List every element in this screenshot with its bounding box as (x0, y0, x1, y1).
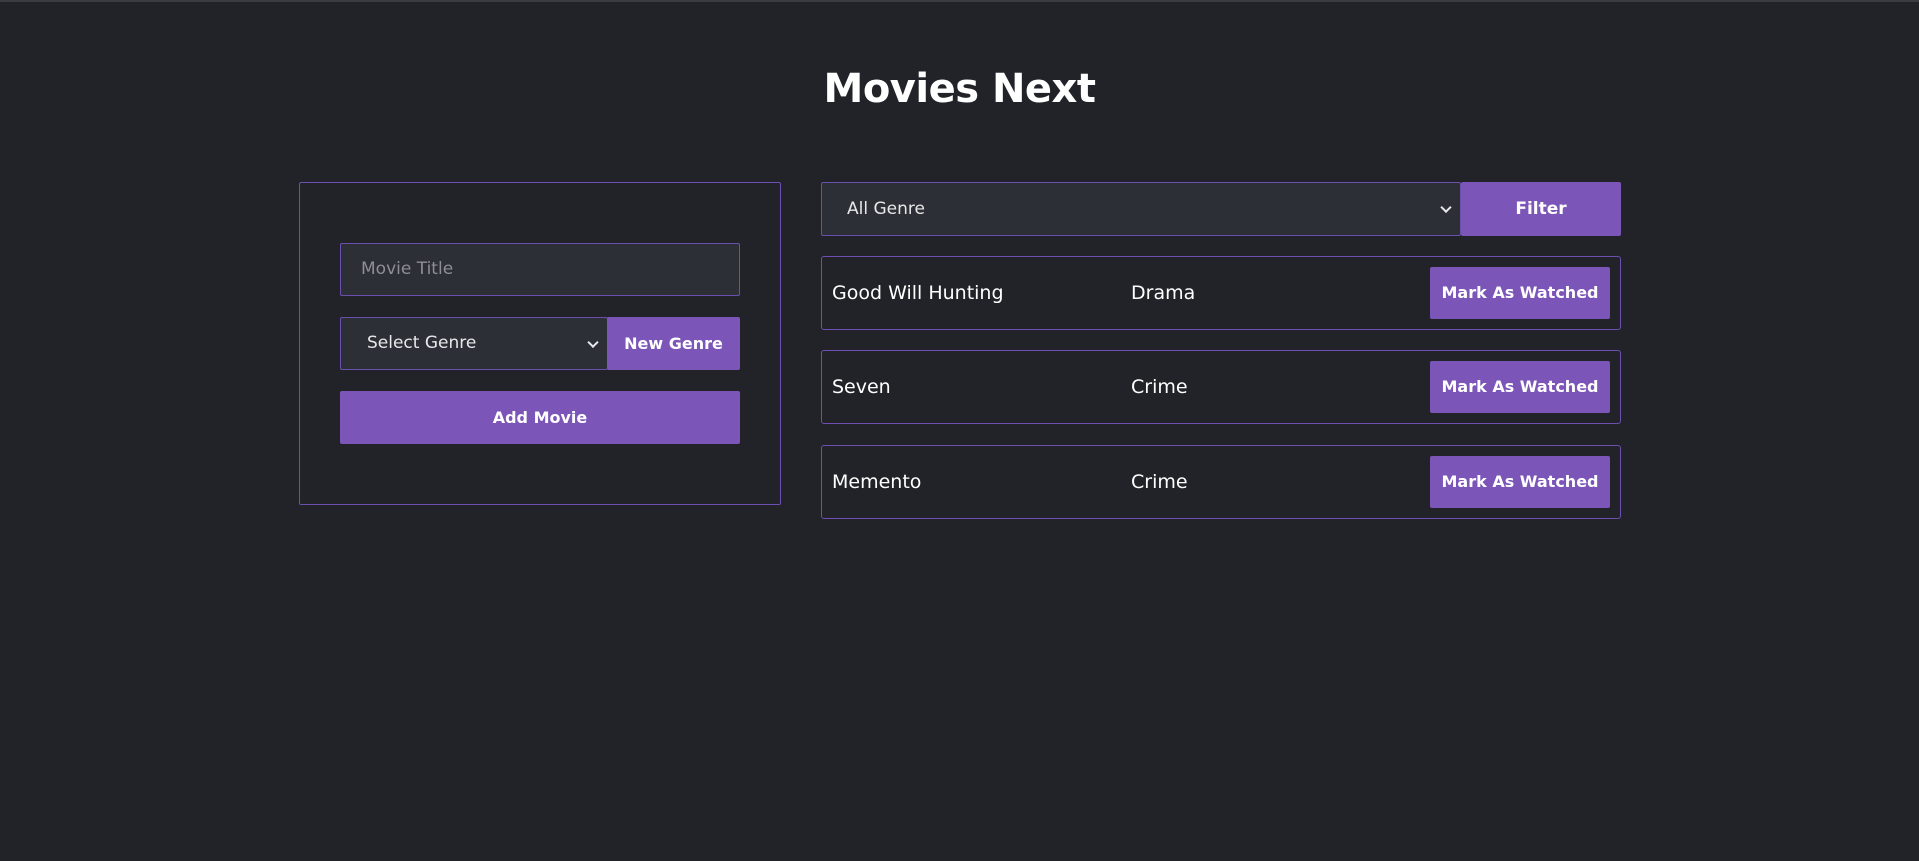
window-top-divider (0, 0, 1919, 2)
movie-row: Seven Crime Mark As Watched (821, 350, 1621, 424)
genre-select-value: Select Genre (367, 333, 477, 353)
mark-as-watched-button[interactable]: Mark As Watched (1430, 456, 1610, 508)
movie-genre: Drama (1131, 282, 1196, 304)
movie-title: Memento (832, 471, 922, 493)
movie-title: Seven (832, 376, 891, 398)
chevron-down-icon (1440, 201, 1452, 214)
add-movie-button[interactable]: Add Movie (340, 391, 740, 444)
movie-row: Memento Crime Mark As Watched (821, 445, 1621, 519)
filter-genre-select[interactable]: All Genre (821, 182, 1461, 236)
mark-as-watched-button[interactable]: Mark As Watched (1430, 267, 1610, 319)
chevron-down-icon (587, 336, 599, 348)
movie-genre: Crime (1131, 471, 1188, 493)
movie-title-input[interactable]: Movie Title (340, 243, 740, 296)
page-title: Movies Next (823, 66, 1096, 112)
filter-button[interactable]: Filter (1461, 182, 1621, 236)
genre-select[interactable]: Select Genre (340, 317, 608, 370)
movie-genre: Crime (1131, 376, 1188, 398)
mark-as-watched-button[interactable]: Mark As Watched (1430, 361, 1610, 413)
new-genre-button[interactable]: New Genre (607, 317, 740, 370)
movie-title: Good Will Hunting (832, 282, 1004, 304)
movie-row: Good Will Hunting Drama Mark As Watched (821, 256, 1621, 330)
filter-genre-value: All Genre (847, 199, 925, 219)
